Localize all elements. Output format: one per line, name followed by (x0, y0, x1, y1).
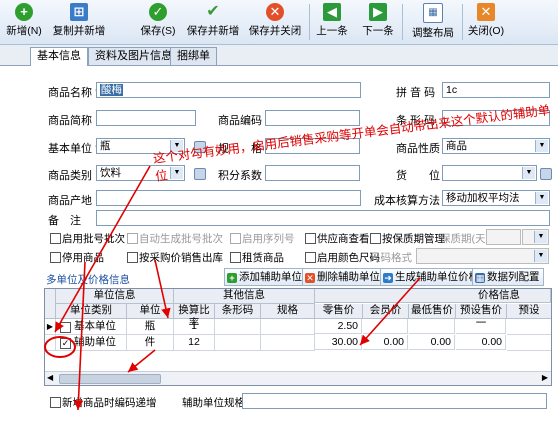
annotation-overlay (44, 165, 421, 411)
arrow-to-ratio (154, 259, 171, 319)
arrow-to-price (359, 277, 421, 346)
arrow-to-unit (127, 349, 156, 373)
arrow-to-checkbox (54, 165, 151, 333)
highlight-circle (44, 336, 76, 358)
